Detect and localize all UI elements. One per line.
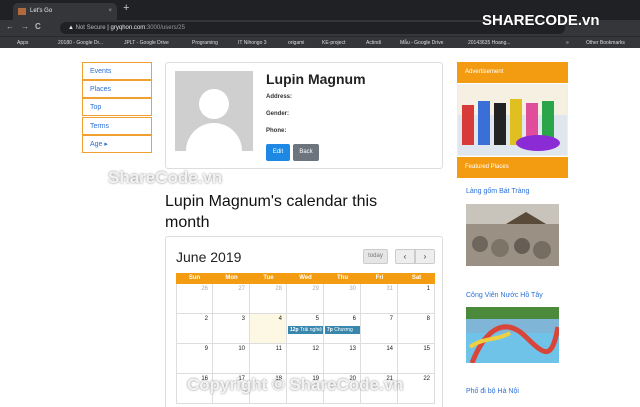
user-name: Lupin Magnum: [266, 71, 366, 87]
avatar-head-icon: [199, 89, 229, 119]
place-link[interactable]: Phố đi bộ Hà Nội: [466, 388, 519, 395]
next-month-button[interactable]: ›: [415, 249, 435, 264]
prev-month-button[interactable]: ‹: [395, 249, 415, 264]
reload-icon[interactable]: C: [35, 22, 41, 31]
calendar-day-cell[interactable]: 3: [213, 314, 250, 344]
calendar-event[interactable]: 7p Chương: [325, 326, 360, 334]
sidebar-item-top[interactable]: Top: [82, 98, 152, 116]
calendar-day-header: Fri: [361, 273, 398, 284]
close-tab-icon[interactable]: ×: [108, 3, 112, 20]
calendar-day-header: Thu: [324, 273, 361, 284]
calendar-event[interactable]: 12p Trải nghiệ: [288, 326, 323, 334]
advertisement-image: [458, 85, 567, 155]
calendar-day-cell[interactable]: 27: [213, 284, 250, 314]
profile-card: Lupin Magnum Address: Gender: Phone: Edi…: [165, 62, 443, 169]
advertisement-banner[interactable]: [457, 84, 568, 156]
other-bookmarks[interactable]: Other Bookmarks: [586, 37, 625, 49]
back-button[interactable]: Back: [293, 144, 319, 161]
place-image[interactable]: [466, 204, 559, 266]
new-tab-button[interactable]: +: [123, 2, 129, 14]
sidebar-item-places[interactable]: Places: [82, 80, 152, 98]
calendar-day-cell[interactable]: 2: [176, 314, 213, 344]
browser-tab[interactable]: Let's Go ×: [13, 3, 117, 20]
sidebar-item-age[interactable]: Age ▸: [82, 135, 152, 153]
bookmark-item[interactable]: origami: [288, 37, 304, 49]
calendar-day-header: Sun: [176, 273, 213, 284]
bookmark-item[interactable]: Mẫu - Google Drive: [400, 37, 443, 49]
place-image[interactable]: [466, 307, 559, 363]
address-label: Address:: [266, 94, 293, 100]
calendar-day-cell[interactable]: 1: [398, 284, 435, 314]
calendar-day-cell[interactable]: 10: [213, 344, 250, 374]
warning-icon: ▲: [68, 25, 76, 31]
bookmark-item[interactable]: 20143635 Hoang...: [468, 37, 511, 49]
calendar-day-header: Wed: [287, 273, 324, 284]
bookmark-item[interactable]: KE-project: [322, 37, 345, 49]
event-time: 12p: [290, 327, 299, 333]
bookmarks-bar: Apps 20180 - Google Dr... JPLT - Google …: [0, 36, 640, 48]
tab-title: Let's Go: [30, 8, 53, 14]
sidebar-item-events[interactable]: Events: [82, 62, 152, 80]
calendar-heading: Lupin Magnum's calendar this month: [165, 193, 378, 231]
forward-arrow-icon[interactable]: →: [21, 22, 29, 31]
bookmark-apps[interactable]: Apps: [17, 37, 28, 49]
calendar-day-cell[interactable]: 29: [287, 284, 324, 314]
avatar-body-icon: [186, 123, 242, 151]
bookmark-item[interactable]: JPLT - Google Drive: [124, 37, 169, 49]
calendar-day-cell[interactable]: 30: [324, 284, 361, 314]
url-path: :3000/users/25: [145, 25, 185, 31]
sharecode-logo: SHARECODE.vn: [482, 12, 600, 29]
calendar-day-cell[interactable]: 12: [287, 344, 324, 374]
calendar-day-cell[interactable]: 4: [250, 314, 287, 344]
bookmark-item[interactable]: IT Nihongo 3: [238, 37, 267, 49]
calendar-day-cell[interactable]: 8: [398, 314, 435, 344]
bookmark-item[interactable]: Programing: [192, 37, 218, 49]
url-host: gryqhon.com: [110, 25, 146, 31]
calendar-day-cell[interactable]: 31: [361, 284, 398, 314]
calendar-day-header: Mon: [213, 273, 250, 284]
calendar-day-cell[interactable]: 15: [398, 344, 435, 374]
edit-button[interactable]: Edit: [266, 144, 290, 161]
calendar-day-cell[interactable]: 28: [250, 284, 287, 314]
gender-label: Gender:: [266, 111, 290, 117]
event-title: Chương: [334, 327, 353, 333]
phone-label: Phone:: [266, 128, 287, 134]
copyright-watermark: Copyright © ShareCode.vn: [187, 375, 404, 394]
calendar-month-label: June 2019: [176, 249, 242, 265]
bookmarks-overflow[interactable]: »: [566, 37, 569, 49]
favicon-icon: [18, 8, 26, 15]
bookmark-item[interactable]: 20180 - Google Dr...: [58, 37, 103, 49]
advertisement-header: Advertisement: [457, 62, 568, 83]
calendar-day-cell[interactable]: 9: [176, 344, 213, 374]
calendar-day-cell[interactable]: 7: [361, 314, 398, 344]
event-title: Trải nghiệ: [299, 327, 322, 333]
bookmark-item[interactable]: Actindi: [366, 37, 381, 49]
event-time: 7p: [327, 327, 333, 333]
calendar-day-cell[interactable]: 13: [324, 344, 361, 374]
place-link[interactable]: Công Viên Nước Hồ Tây: [466, 292, 543, 299]
calendar-day-header: Sat: [398, 273, 435, 284]
center-watermark: ShareCode.vn: [108, 168, 223, 187]
sidebar-item-terms[interactable]: Terms: [82, 117, 152, 135]
today-button[interactable]: today: [363, 249, 388, 264]
featured-places-header: Featured Places: [457, 157, 568, 178]
calendar-day-cell[interactable]: 26: [176, 284, 213, 314]
calendar-day-cell[interactable]: 14: [361, 344, 398, 374]
calendar-day-header: Tue: [250, 273, 287, 284]
back-arrow-icon[interactable]: ←: [6, 22, 14, 31]
avatar: [175, 71, 253, 151]
place-link[interactable]: Làng gốm Bát Tràng: [466, 188, 529, 195]
calendar-day-cell[interactable]: 11: [250, 344, 287, 374]
security-label: Not Secure: [75, 25, 106, 31]
